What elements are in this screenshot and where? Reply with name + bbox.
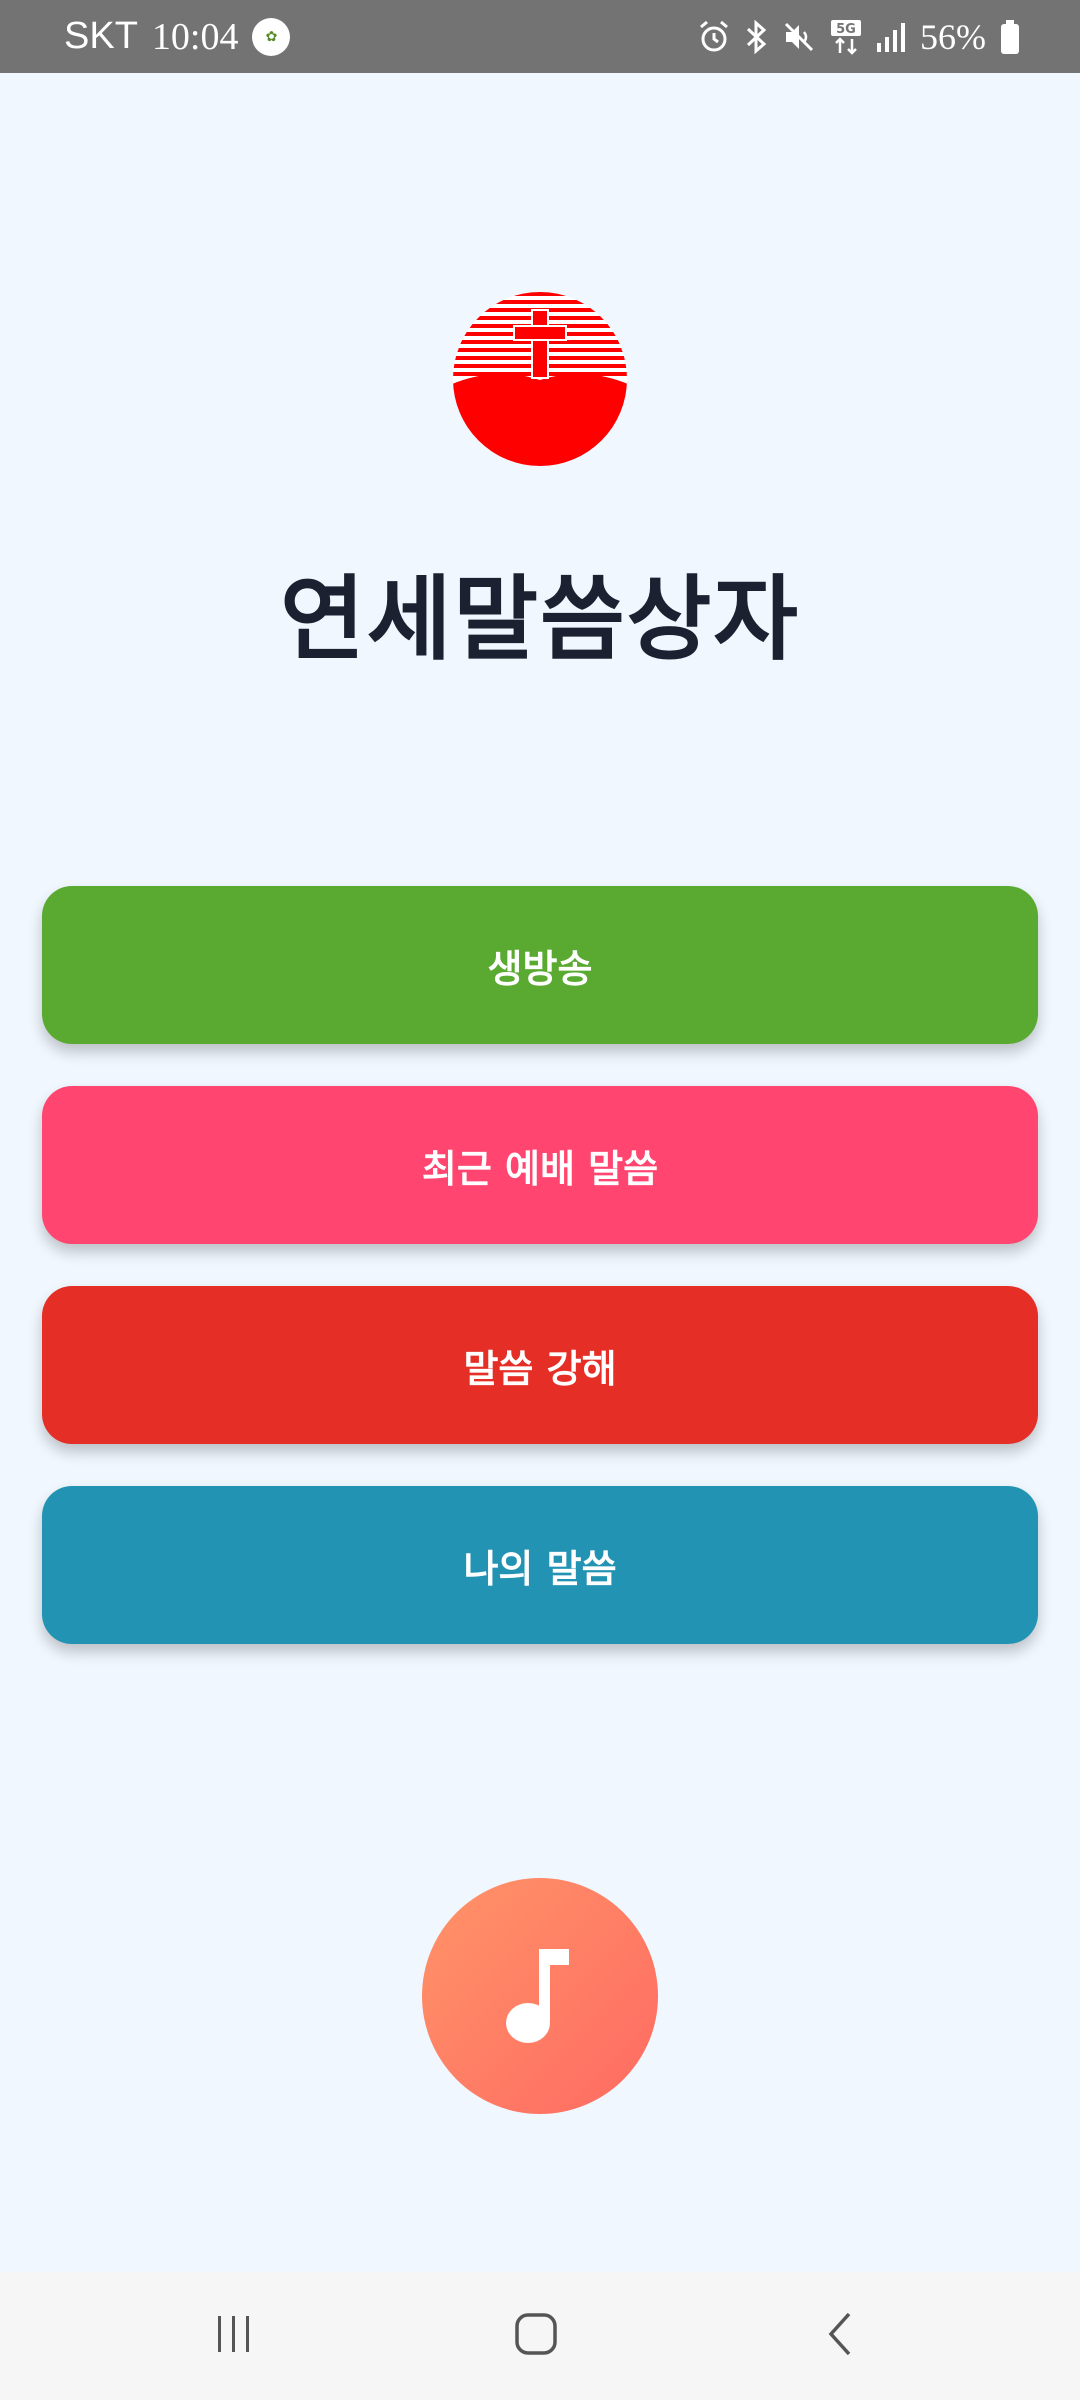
back-icon [823, 2310, 857, 2362]
svg-text:5G: 5G [836, 22, 856, 37]
carrier-label: SKT [64, 15, 138, 57]
status-left: SKT 10:04 ✿ [64, 0, 291, 73]
live-broadcast-button[interactable]: 생방송 [42, 886, 1038, 1044]
mute-icon [782, 20, 816, 54]
system-nav-bar [0, 2272, 1080, 2400]
home-button[interactable] [436, 2272, 636, 2400]
clock: 10:04 [151, 15, 239, 58]
battery-icon [1000, 19, 1020, 55]
notification-app-icon: ✿ [252, 17, 291, 56]
alarm-icon [698, 20, 730, 54]
bluetooth-icon [744, 19, 768, 54]
exposition-button[interactable]: 말씀 강해 [42, 1286, 1038, 1444]
signal-icon [876, 21, 906, 53]
music-button[interactable] [422, 1878, 658, 2114]
recent-sermon-button[interactable]: 최근 예배 말씀 [42, 1086, 1038, 1244]
recent-apps-icon [212, 2312, 256, 2360]
network-5g-icon: 5G [830, 19, 862, 55]
home-icon [513, 2311, 559, 2361]
status-right: 5G 56% [698, 0, 1020, 73]
battery-percent: 56% [920, 16, 986, 57]
my-word-button[interactable]: 나의 말씀 [42, 1486, 1038, 1644]
church-logo [452, 288, 628, 470]
app-title: 연세말씀상자 [280, 565, 800, 673]
music-note-icon [495, 1939, 585, 2053]
recent-apps-button[interactable] [134, 2272, 334, 2400]
status-bar: SKT 10:04 ✿ 5G 56% [0, 0, 1080, 73]
back-button[interactable] [740, 2272, 940, 2400]
